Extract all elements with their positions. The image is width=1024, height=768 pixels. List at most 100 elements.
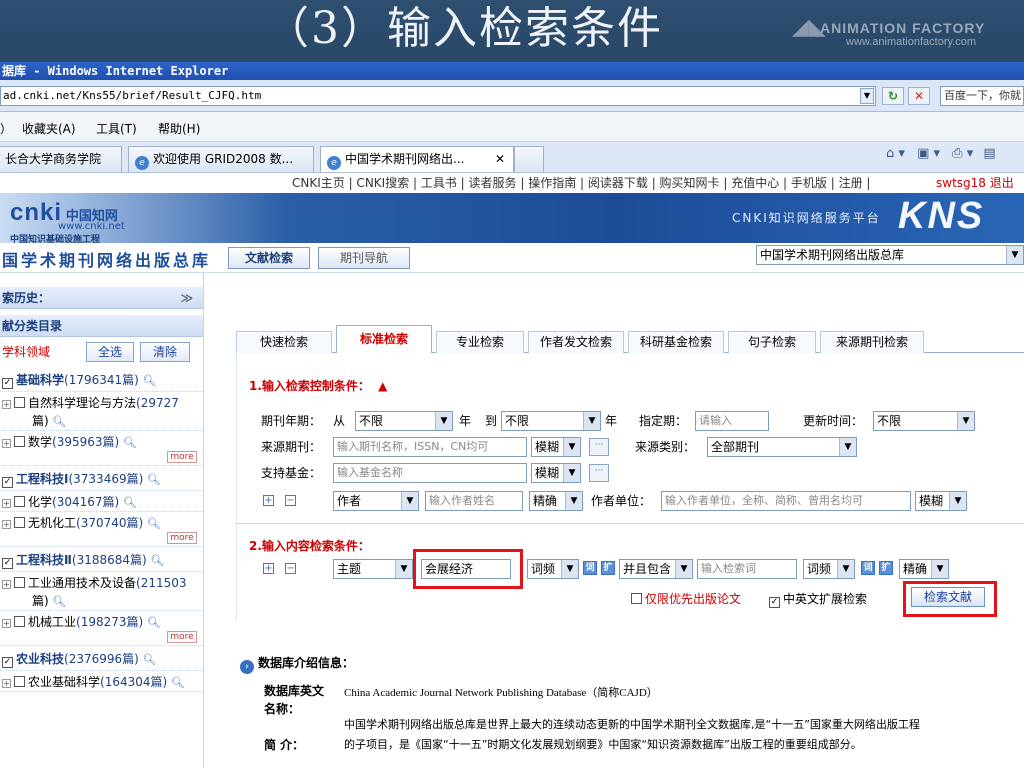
source-type-select[interactable]: 全部期刊: [707, 437, 857, 457]
unit-match-select[interactable]: 模糊: [915, 491, 967, 511]
cnki-logo[interactable]: cnki 中国知网 www.cnki.net 中国知识基础设施工程: [10, 199, 125, 245]
category-checkbox[interactable]: ✓: [2, 657, 13, 668]
category-main[interactable]: ✓ 基础科学(1796341篇) 🔍︎: [0, 367, 203, 392]
tab-source-journal-search[interactable]: 来源期刊检索: [820, 331, 924, 353]
clear-button[interactable]: 清除: [140, 342, 190, 362]
menu-favorites[interactable]: 收藏夹(A): [22, 120, 76, 137]
tab-cnki-journal[interactable]: e 中国学术期刊网络出... ✕: [320, 146, 514, 172]
category-name[interactable]: 数学: [28, 435, 52, 449]
search-history-header[interactable]: 索历史： ≫: [0, 287, 203, 309]
more-button[interactable]: more: [167, 451, 197, 463]
category-checkbox[interactable]: [14, 436, 25, 447]
tab-standard-search[interactable]: 标准检索: [336, 325, 432, 354]
expand-icon[interactable]: +: [2, 580, 11, 589]
url-field[interactable]: ad.cnki.net/Kns55/brief/Result_CJFQ.htm: [0, 86, 876, 106]
category-name[interactable]: 基础科学: [16, 373, 64, 387]
related-words-icon[interactable]: 词: [583, 561, 597, 575]
source-match-select[interactable]: 模糊: [531, 437, 581, 457]
related-words-2-icon[interactable]: 词: [861, 561, 875, 575]
browser-search-input[interactable]: 百度一下，你就: [940, 86, 1024, 106]
print-icon[interactable]: ⎙: [952, 146, 962, 161]
menu-tools[interactable]: 工具(T): [96, 120, 137, 137]
refresh-icon[interactable]: ↻: [882, 87, 904, 105]
search-icon[interactable]: 🔍︎: [143, 616, 161, 629]
category-checkbox[interactable]: [14, 397, 25, 408]
category-checkbox[interactable]: [14, 616, 25, 627]
bilingual-checkbox[interactable]: ✓: [769, 597, 780, 608]
tab-professional-search[interactable]: 专业检索: [436, 331, 524, 353]
tab-business-school[interactable]: 长合大学商务学院: [0, 146, 122, 172]
category-name[interactable]: 工程科技Ⅰ: [16, 472, 68, 486]
source-journal-input[interactable]: 输入期刊名称，ISSN，CN均可: [333, 437, 527, 457]
author-field-select[interactable]: 作者: [333, 491, 419, 511]
bilingual-option[interactable]: ✓ 中英文扩展检索: [769, 589, 867, 609]
expand-words-2-icon[interactable]: 扩: [879, 561, 893, 575]
collapse-up-icon[interactable]: ▲: [378, 379, 387, 393]
author-input[interactable]: 输入作者姓名: [425, 491, 523, 511]
category-checkbox[interactable]: [14, 496, 25, 507]
author-unit-input[interactable]: 输入作者单位，全称、简称、曾用名均可: [661, 491, 911, 511]
expand-words-icon[interactable]: 扩: [601, 561, 615, 575]
fund-input[interactable]: 输入基金名称: [333, 463, 527, 483]
url-dropdown-icon[interactable]: ▼: [860, 88, 874, 104]
category-checkbox[interactable]: ✓: [2, 558, 13, 569]
database-select[interactable]: 中国学术期刊网络出版总库: [756, 245, 1024, 265]
page-icon[interactable]: ▤: [983, 146, 995, 161]
category-name[interactable]: 农业基础科学: [28, 675, 100, 689]
fund-more-icon[interactable]: ···: [589, 464, 609, 482]
search-icon[interactable]: 🔍︎: [143, 473, 161, 486]
priority-only-option[interactable]: 仅限优先出版论文: [631, 589, 741, 609]
category-sub[interactable]: + 化学(304167篇) 🔍︎: [0, 491, 203, 512]
category-main[interactable]: ✓ 农业科技(2376996篇) 🔍︎: [0, 646, 203, 671]
year-to-select[interactable]: 不限: [501, 411, 601, 431]
category-name[interactable]: 机械工业: [28, 615, 76, 629]
match-select[interactable]: 精确: [899, 559, 949, 579]
category-name[interactable]: 工业通用技术及设备: [28, 576, 136, 590]
tab-quick-search[interactable]: 快速检索: [236, 331, 332, 353]
tab-journal-nav[interactable]: 期刊导航: [318, 247, 410, 269]
search-icon[interactable]: 🔍︎: [119, 496, 137, 509]
category-sub[interactable]: + 数学(395963篇) 🔍︎ more: [0, 431, 203, 466]
category-sub[interactable]: + 工业通用技术及设备(211503 篇) 🔍︎: [0, 572, 203, 611]
search-icon[interactable]: 🔍︎: [139, 653, 156, 666]
search-icon[interactable]: 🔍︎: [49, 595, 66, 608]
tab-author-search[interactable]: 作者发文检索: [528, 331, 624, 353]
priority-checkbox[interactable]: [631, 593, 642, 604]
category-name[interactable]: 化学: [28, 495, 52, 509]
category-sub[interactable]: + 农业基础科学(164304篇) 🔍︎: [0, 671, 203, 692]
expand-icon[interactable]: +: [2, 520, 11, 529]
category-name[interactable]: 工程科技Ⅱ: [16, 553, 72, 567]
search-icon[interactable]: 🔍︎: [147, 554, 164, 567]
search-icon[interactable]: 🔍︎: [143, 517, 161, 530]
more-button[interactable]: more: [167, 631, 197, 643]
search-icon[interactable]: 🔍︎: [49, 415, 66, 428]
tab-literature-search[interactable]: 文献检索: [228, 247, 310, 269]
tab-close-icon[interactable]: ✕: [495, 147, 505, 171]
user-logout[interactable]: swtsg18 退出: [936, 173, 1014, 193]
keyword2-input[interactable]: 输入检索词: [697, 559, 797, 579]
search-icon[interactable]: 🔍︎: [119, 436, 137, 449]
category-name[interactable]: 无机化工: [28, 516, 76, 530]
category-sub[interactable]: + 无机化工(370740篇) 🔍︎ more: [0, 512, 203, 547]
menu-help[interactable]: 帮助(H): [158, 120, 200, 137]
remove-content-row-icon[interactable]: −: [285, 563, 296, 574]
expand-icon[interactable]: +: [2, 439, 11, 448]
expand-icon[interactable]: +: [2, 619, 11, 628]
select-all-button[interactable]: 全选: [86, 342, 134, 362]
category-checkbox[interactable]: [14, 577, 25, 588]
chevron-down-icon[interactable]: ≫: [180, 287, 193, 309]
search-icon[interactable]: 🔍︎: [139, 374, 156, 387]
category-checkbox[interactable]: ✓: [2, 477, 13, 488]
category-name[interactable]: 农业科技: [16, 652, 64, 666]
search-icon[interactable]: 🔍︎: [167, 676, 185, 689]
tab-grid2008[interactable]: e 欢迎使用 GRID2008 数...: [128, 146, 314, 172]
add-content-row-icon[interactable]: +: [263, 563, 274, 574]
category-sub[interactable]: + 自然科学理论与方法(29727 篇) 🔍︎: [0, 392, 203, 431]
update-time-select[interactable]: 不限: [873, 411, 975, 431]
category-checkbox[interactable]: [14, 676, 25, 687]
expand-icon[interactable]: +: [2, 499, 11, 508]
freq2-select[interactable]: 词频: [803, 559, 855, 579]
home-icon[interactable]: ⌂: [886, 146, 894, 161]
stop-icon[interactable]: ✕: [908, 87, 930, 105]
more-button[interactable]: more: [167, 532, 197, 544]
